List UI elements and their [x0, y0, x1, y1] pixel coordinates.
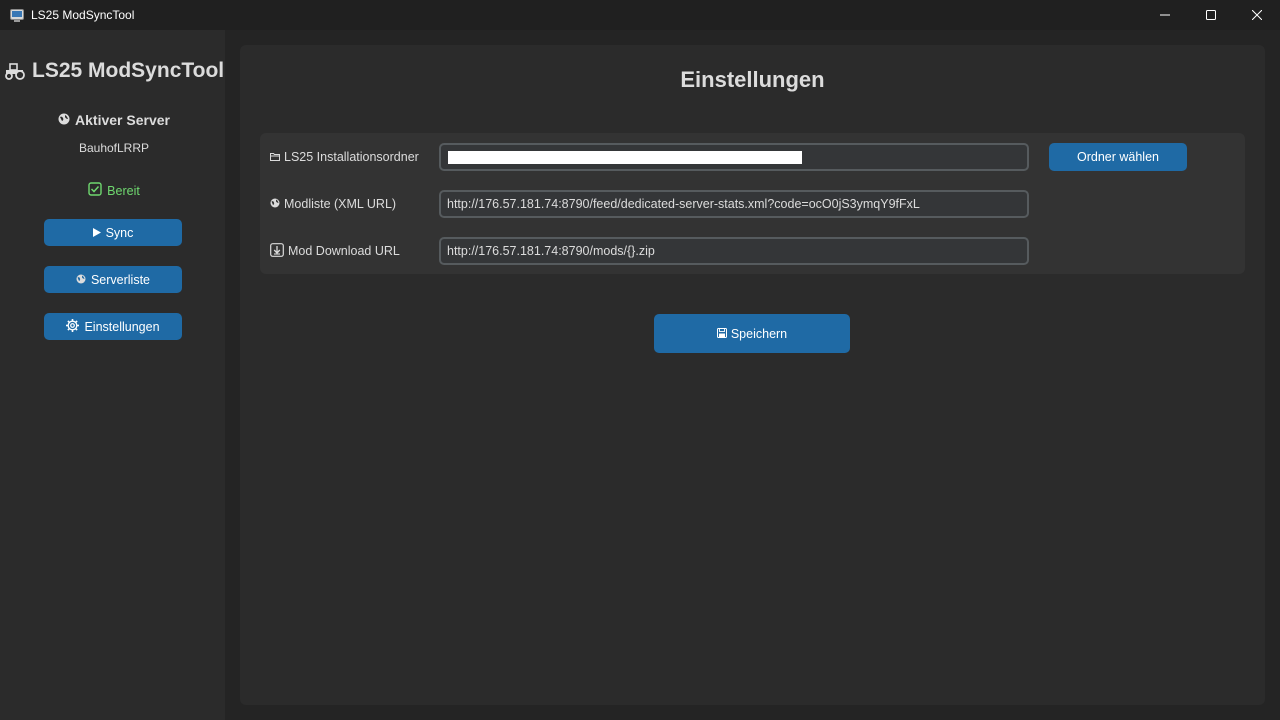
maximize-icon [1206, 10, 1216, 20]
close-icon [1252, 10, 1262, 20]
modlist-url-row: Modliste (XML URL) [260, 190, 1245, 218]
modlist-url-label: Modliste (XML URL) [270, 190, 396, 218]
active-server-name: BauhofLRRP [78, 141, 150, 155]
sidebar: LS25 ModSyncTool Aktiver Server BauhofLR… [0, 30, 225, 720]
install-folder-row: LS25 Installationsordner Ordner wählen [260, 143, 1245, 171]
serverlist-button-label: Serverliste [90, 272, 151, 287]
window-controls [1142, 0, 1280, 30]
window-title: LS25 ModSyncTool [31, 8, 135, 22]
app-title-text: LS25 ModSyncTool [32, 59, 225, 82]
server-globe-icon [58, 112, 70, 128]
globe-icon [270, 197, 280, 211]
minimize-icon [1160, 14, 1170, 16]
status-text: Bereit [107, 183, 140, 198]
modlist-url-label-text: Modliste (XML URL) [284, 197, 397, 211]
settings-page: Einstellungen LS25 Installationsordner O… [240, 45, 1265, 705]
play-icon [92, 226, 101, 240]
save-button-label: Speichern [730, 326, 788, 341]
settings-button-label: Einstellungen [84, 319, 160, 334]
globe-icon [76, 273, 86, 287]
mod-download-url-row: Mod Download URL [260, 237, 1245, 265]
mod-download-url-label: Mod Download URL [270, 237, 400, 265]
checkbox-check-icon [88, 182, 102, 199]
app-title: LS25 ModSyncTool [4, 58, 228, 84]
modlist-url-input[interactable] [439, 190, 1029, 218]
sync-button-label: Sync [105, 225, 134, 240]
settings-button[interactable]: Einstellungen [44, 313, 182, 340]
floppy-disk-icon [716, 327, 727, 341]
install-folder-label: LS25 Installationsordner [270, 143, 419, 171]
minimize-button[interactable] [1142, 0, 1188, 30]
gear-icon [66, 318, 80, 335]
install-folder-label-text: LS25 Installationsordner [284, 150, 419, 164]
mod-download-url-label-text: Mod Download URL [288, 244, 400, 258]
tractor-icon [4, 61, 26, 81]
page-title: Einstellungen [680, 67, 825, 92]
app-window-icon [10, 8, 24, 22]
active-server-heading: Aktiver Server [0, 112, 228, 128]
active-server-heading-text: Aktiver Server [75, 112, 170, 128]
status-indicator: Bereit [0, 182, 228, 199]
redacted-path [448, 151, 802, 164]
mod-download-url-input[interactable] [439, 237, 1029, 265]
sync-button[interactable]: Sync [44, 219, 182, 246]
title-bar: LS25 ModSyncTool [0, 0, 1280, 30]
close-button[interactable] [1234, 0, 1280, 30]
serverlist-button[interactable]: Serverliste [44, 266, 182, 293]
settings-form: LS25 Installationsordner Ordner wählen M… [260, 133, 1245, 274]
maximize-button[interactable] [1188, 0, 1234, 30]
download-icon [270, 242, 284, 260]
choose-folder-button[interactable]: Ordner wählen [1049, 143, 1187, 171]
folder-icon [270, 150, 280, 164]
save-button[interactable]: Speichern [654, 314, 850, 353]
